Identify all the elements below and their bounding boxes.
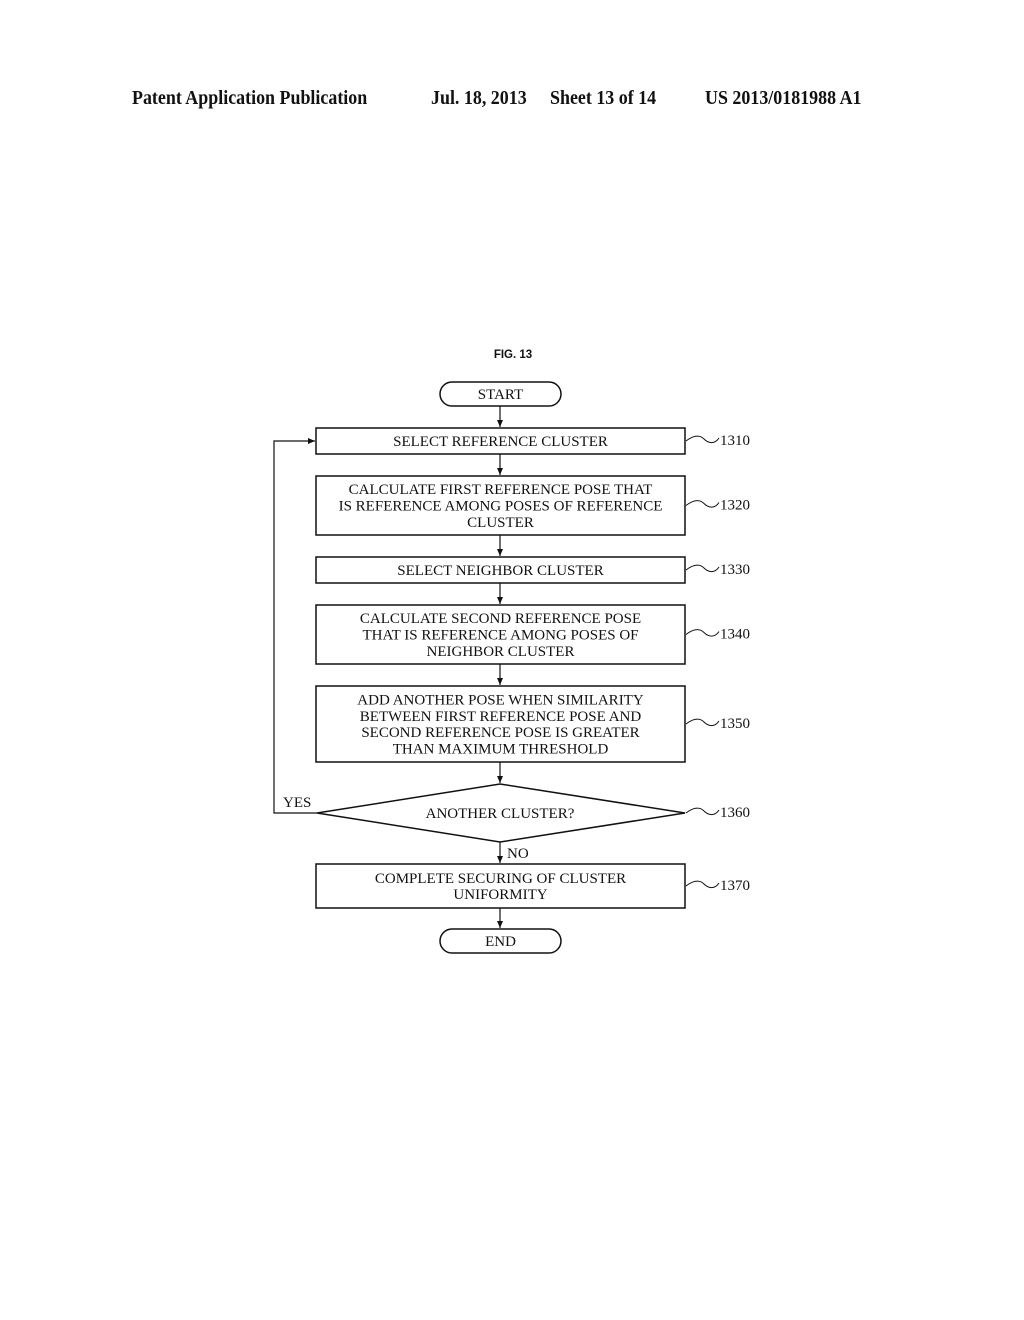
ref-1310: 1310	[720, 433, 750, 449]
decision-label: ANOTHER CLUSTER?	[426, 806, 575, 822]
step-text-line: CALCULATE FIRST REFERENCE POSE THAT	[349, 482, 653, 498]
ref-leader-1360	[685, 807, 720, 816]
ref-1320: 1320	[720, 498, 750, 514]
ref-leader-1330	[685, 564, 720, 573]
step-text-line: CALCULATE SECOND REFERENCE POSE	[360, 611, 641, 627]
step-text-line: SECOND REFERENCE POSE IS GREATER	[361, 725, 639, 741]
yes-loop-arrow	[273, 438, 317, 814]
step-text-line: NEIGHBOR CLUSTER	[427, 644, 575, 660]
end-label: END	[485, 934, 516, 950]
ref-1370: 1370	[720, 878, 750, 894]
process-step-1310: SELECT REFERENCE CLUSTER 1310	[315, 427, 750, 455]
step-text-line: BETWEEN FIRST REFERENCE POSE AND	[360, 709, 642, 725]
step-text-line: COMPLETE SECURING OF CLUSTER	[375, 871, 626, 887]
figure-title: FIG. 13	[494, 349, 532, 361]
start-label: START	[478, 387, 523, 403]
ref-leader-1370	[685, 880, 720, 889]
ref-leader-1340	[685, 629, 720, 637]
decision-1360: ANOTHER CLUSTER? YES NO 1360	[283, 783, 750, 862]
no-label: NO	[507, 846, 529, 862]
ref-leader-1350	[685, 718, 720, 727]
yes-label: YES	[283, 795, 311, 811]
start-terminal: START	[439, 381, 562, 407]
ref-leader-1320	[685, 500, 720, 508]
ref-1330: 1330	[720, 562, 750, 578]
ref-1350: 1350	[720, 716, 750, 732]
ref-1340: 1340	[720, 627, 750, 643]
step-text-line: THAT IS REFERENCE AMONG POSES OF	[362, 628, 638, 644]
ref-1360: 1360	[720, 805, 750, 821]
process-step-1330: SELECT NEIGHBOR CLUSTER 1330	[315, 556, 750, 584]
process-step-1340: CALCULATE SECOND REFERENCE POSETHAT IS R…	[315, 604, 750, 665]
process-step-1370: COMPLETE SECURING OF CLUSTERUNIFORMITY 13…	[315, 863, 750, 909]
step-text-line: UNIFORMITY	[453, 887, 547, 903]
process-step-1350: ADD ANOTHER POSE WHEN SIMILARITYBETWEEN …	[315, 685, 750, 763]
step-text-line: SELECT REFERENCE CLUSTER	[393, 434, 608, 450]
step-text-line: ADD ANOTHER POSE WHEN SIMILARITY	[357, 693, 644, 709]
step-text-line: CLUSTER	[467, 515, 534, 531]
step-text-line: THAN MAXIMUM THRESHOLD	[393, 741, 609, 757]
process-step-1320: CALCULATE FIRST REFERENCE POSE THATIS RE…	[315, 475, 750, 536]
flowchart: FIG. 13 START SELECT REFERENCE CLUSTER 13…	[273, 349, 750, 954]
ref-leader-1310	[685, 435, 720, 444]
end-terminal: END	[439, 928, 562, 954]
step-text-line: SELECT NEIGHBOR CLUSTER	[397, 563, 603, 579]
step-text-line: IS REFERENCE AMONG POSES OF REFERENCE	[339, 499, 663, 515]
